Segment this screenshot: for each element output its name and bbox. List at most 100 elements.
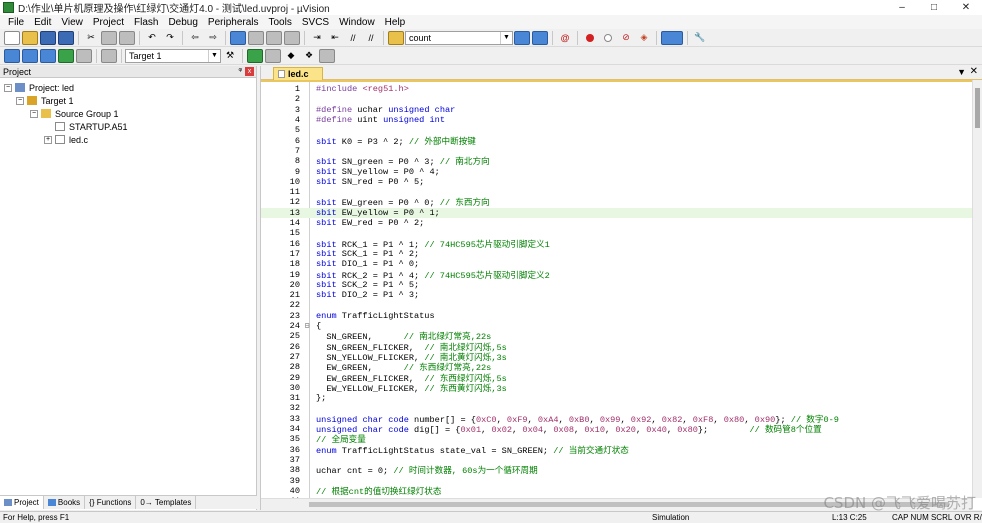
expand-icon[interactable]: + [44, 135, 52, 144]
menu-peripherals[interactable]: Peripherals [203, 17, 264, 28]
code-line[interactable]: 21 sbit DIO_2 = P1 ^ 3; [261, 290, 973, 300]
new-file-icon[interactable] [4, 30, 20, 45]
manage-project-items-icon[interactable] [247, 48, 263, 63]
find-in-files-icon[interactable] [388, 30, 404, 45]
code-line[interactable]: 20 sbit SCK_2 = P1 ^ 5; [261, 280, 973, 290]
window-layout-icon[interactable] [661, 30, 683, 45]
code-line[interactable]: 8 sbit SN_green = P0 ^ 3; // 南北方向 [261, 156, 973, 167]
configure-icon[interactable]: 🔧 [692, 31, 708, 45]
tree-item-source-group[interactable]: − Source Group 1 [0, 107, 256, 120]
nav-back-icon[interactable]: ⇦ [187, 31, 203, 45]
code-line[interactable]: 2 [261, 94, 973, 104]
tab-functions[interactable]: {} Functions [85, 496, 137, 509]
code-line[interactable]: 31}; [261, 393, 973, 403]
tab-books[interactable]: Books [44, 496, 86, 509]
save-all-icon[interactable] [58, 30, 74, 45]
debug-session-icon[interactable]: @ [557, 31, 573, 45]
kill-breakpoints-icon[interactable]: ⊘ [618, 31, 634, 45]
pack-installer-icon[interactable] [265, 48, 281, 63]
code-line[interactable]: 14 sbit EW_red = P0 ^ 2; [261, 218, 973, 228]
bookmark-icon[interactable] [230, 30, 246, 45]
uncomment-icon[interactable]: // [363, 31, 379, 45]
nav-forward-icon[interactable]: ⇨ [205, 31, 221, 45]
tab-templates[interactable]: 0→ Templates [136, 496, 197, 509]
menu-edit[interactable]: Edit [29, 17, 56, 28]
vertical-scrollbar[interactable] [972, 80, 982, 498]
chevron-down-icon[interactable]: ▼ [208, 49, 220, 62]
code-line[interactable]: 3 #define uchar unsigned char [261, 105, 973, 115]
batch-build-icon[interactable] [58, 48, 74, 63]
unindent-icon[interactable]: ⇤ [327, 31, 343, 45]
breakpoint-icon[interactable] [582, 31, 598, 45]
indent-icon[interactable]: ⇥ [309, 31, 325, 45]
panel-close-icon[interactable]: x [245, 67, 254, 76]
menu-file[interactable]: File [3, 17, 29, 28]
menu-window[interactable]: Window [334, 17, 380, 28]
menu-project[interactable]: Project [88, 17, 129, 28]
comment-icon[interactable]: // [345, 31, 361, 45]
tab-list-icon[interactable]: ▼ [957, 67, 966, 77]
menu-flash[interactable]: Flash [129, 17, 163, 28]
save-icon[interactable] [40, 30, 56, 45]
code-line[interactable]: 6 sbit K0 = P3 ^ 2; // 外部中断按键 [261, 136, 973, 147]
chevron-down-icon[interactable]: ▼ [500, 31, 512, 44]
collapse-icon[interactable]: − [30, 109, 38, 118]
event-recorder-icon[interactable] [319, 48, 335, 63]
code-line[interactable]: 38 uchar cnt = 0; // 时间计数器, 60s为一个循环周期 [261, 465, 973, 476]
build-icon[interactable] [22, 48, 38, 63]
tree-item-target[interactable]: − Target 1 [0, 94, 256, 107]
target-options-icon[interactable]: ⚒ [222, 49, 238, 63]
clear-bookmarks-icon[interactable] [284, 30, 300, 45]
find-icon[interactable] [514, 30, 530, 45]
minimize-button[interactable]: – [886, 0, 918, 15]
menu-tools[interactable]: Tools [264, 17, 297, 28]
collapse-icon[interactable]: − [4, 83, 12, 92]
collapse-icon[interactable]: − [16, 96, 24, 105]
manage-rte-icon[interactable]: ❖ [301, 49, 317, 63]
code-line[interactable]: 36 enum TrafficLightStatus state_val = SN… [261, 445, 973, 456]
cut-icon[interactable]: ✂ [83, 31, 99, 45]
find-combo[interactable]: count ▼ [405, 30, 513, 45]
rebuild-icon[interactable] [40, 48, 56, 63]
code-line[interactable]: 13 sbit EW_yellow = P0 ^ 1; [261, 207, 973, 218]
copy-icon[interactable] [101, 30, 117, 45]
code-line[interactable]: 17 sbit SCK_1 = P1 ^ 2; [261, 249, 973, 259]
incremental-find-icon[interactable] [532, 30, 548, 45]
redo-icon[interactable]: ↷ [162, 31, 178, 45]
tab-project[interactable]: Project [0, 496, 44, 509]
tree-item-startup[interactable]: STARTUP.A51 [0, 120, 256, 133]
scrollbar-thumb[interactable] [975, 88, 980, 128]
paste-icon[interactable] [119, 30, 135, 45]
code-line[interactable]: 12 sbit EW_green = P0 ^ 0; // 东西方向 [261, 197, 973, 208]
code-line[interactable]: 22 [261, 300, 973, 310]
pin-icon[interactable]: ᵠ [238, 66, 242, 76]
next-bookmark-icon[interactable] [266, 30, 282, 45]
maximize-button[interactable]: □ [918, 0, 950, 15]
code-line[interactable]: 23 enum TrafficLightStatus [261, 311, 973, 321]
download-icon[interactable] [101, 48, 117, 63]
code-line[interactable]: 19 sbit RCK_2 = P1 ^ 4; // 74HC595芯片驱动引脚定… [261, 269, 973, 281]
code-line[interactable]: 9 sbit SN_yellow = P0 ^ 4; [261, 166, 973, 177]
code-line[interactable]: 10 sbit SN_red = P0 ^ 5; [261, 177, 973, 187]
disable-breakpoint-icon[interactable] [600, 31, 616, 45]
code-line[interactable]: 1 #include <reg51.h> [261, 84, 973, 94]
disable-all-breakpoints-icon[interactable]: ◈ [636, 31, 652, 45]
fold-collapse-icon[interactable]: ⊟ [302, 321, 312, 331]
prev-bookmark-icon[interactable] [248, 30, 264, 45]
tree-item-led-c[interactable]: + led.c [0, 133, 256, 146]
menu-help[interactable]: Help [380, 17, 411, 28]
code-line[interactable]: 16 sbit RCK_1 = P1 ^ 1; // 74HC595芯片驱动引脚定… [261, 239, 973, 250]
close-tab-icon[interactable]: ✕ [970, 66, 978, 77]
code-line[interactable]: 30 EW_YELLOW_FLICKER, // 东西黄灯闪烁,3s [261, 383, 973, 394]
stop-build-icon[interactable] [76, 48, 92, 63]
editor-tab-led-c[interactable]: led.c [273, 67, 323, 80]
menu-svcs[interactable]: SVCS [297, 17, 334, 28]
undo-icon[interactable]: ↶ [144, 31, 160, 45]
open-file-icon[interactable] [22, 30, 38, 45]
select-packs-icon[interactable]: ◆ [283, 49, 299, 63]
close-button[interactable]: ✕ [950, 0, 982, 15]
menu-debug[interactable]: Debug [163, 17, 202, 28]
code-line[interactable]: 34 unsigned char code dig[] = {0x01, 0x02… [261, 424, 973, 435]
code-line[interactable]: 4 #define uint unsigned int [261, 115, 973, 125]
code-area[interactable]: 1 #include <reg51.h> 2 3 #define uchar unsig… [261, 80, 973, 498]
